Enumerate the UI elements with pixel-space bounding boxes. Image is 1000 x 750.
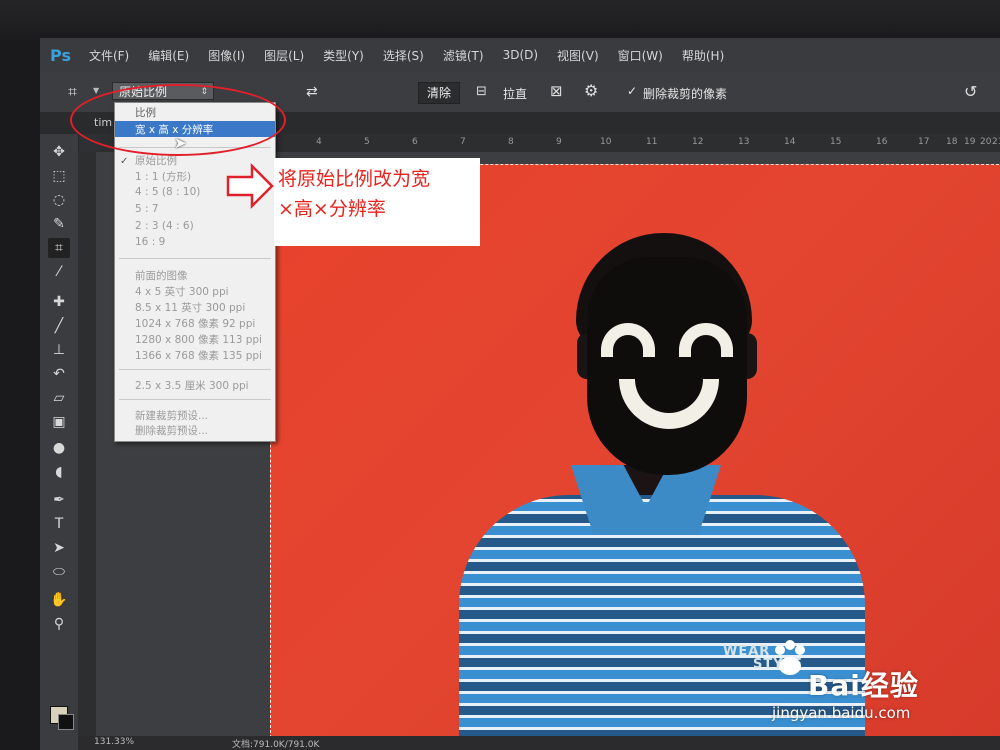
crop-tool-icon[interactable]: ⌗ [48,238,70,258]
ps-logo: Ps [50,45,71,65]
vertical-ruler [78,152,97,744]
menu-select[interactable]: 选择(S) [383,47,424,64]
ruler-tick: 15 [830,137,842,147]
annotation-line: ×高×分辨率 [278,198,386,220]
photoshop-window: Ps 文件(F) 编辑(E) 图像(I) 图层(L) 类型(Y) 选择(S) 滤… [40,38,1000,750]
menu-edit[interactable]: 编辑(E) [148,47,189,64]
dropdown-item-preset[interactable]: 1024 x 768 像素 92 ppi [135,316,255,331]
delete-cropped-label: 删除裁剪的像素 [643,87,728,101]
dropdown-item-preset[interactable]: 1366 x 768 像素 135 ppi [135,348,262,363]
gradient-tool-icon[interactable]: ▣ [48,412,70,432]
move-tool-icon[interactable]: ✥ [48,142,70,162]
ruler-tick: 11 [646,137,658,147]
brush-tool-icon[interactable]: ╱ [48,316,70,336]
ruler-tick: 14 [784,137,796,147]
zoom-tool-icon[interactable]: ⚲ [48,614,70,634]
straighten-label[interactable]: 拉直 [503,85,527,102]
ruler-tick: 16 [876,137,888,147]
grid-overlay-icon[interactable]: ⊠ [550,82,563,100]
ruler-tick: 12 [692,137,704,147]
shape-tool-icon[interactable]: ⬭ [48,562,70,582]
monitor-bezel [0,0,1000,40]
quick-select-tool-icon[interactable]: ✎ [48,214,70,234]
baidu-paw-logo [775,640,805,675]
annotation-line: 将原始比例改为宽 [278,168,431,190]
ruler-tick: 7 [460,137,466,147]
straighten-icon[interactable]: ⊟ [476,84,487,99]
masked-face [587,257,747,475]
menu-image[interactable]: 图像(I) [208,47,245,64]
ruler-tick: 20 [980,137,992,147]
dodge-tool-icon[interactable]: ◖ [48,462,70,482]
path-select-tool-icon[interactable]: ➤ [48,538,70,558]
ruler-tick: 18 [946,137,958,147]
ruler-tick: 9 [556,137,562,147]
dropdown-item-delete-preset[interactable]: 删除裁剪预设... [135,423,208,438]
check-icon: ✓ [120,156,129,167]
ruler-tick: 4 [316,137,322,147]
delete-cropped-checkbox[interactable]: ✓ [627,84,637,98]
crop-tool-icon[interactable]: ⌗ [68,82,77,102]
pen-tool-icon[interactable]: ✒ [48,490,70,510]
background-color-swatch[interactable] [58,714,74,730]
dropdown-item-16-9[interactable]: 16 : 9 [135,236,165,248]
menu-bar: Ps 文件(F) 编辑(E) 图像(I) 图层(L) 类型(Y) 选择(S) 滤… [40,38,1000,72]
menu-filter[interactable]: 滤镜(T) [443,47,484,64]
stamp-tool-icon[interactable]: ⊥ [48,340,70,360]
ruler-tick: 19 [964,137,976,147]
dropdown-item-preset[interactable]: 1280 x 800 像素 113 ppi [135,332,262,347]
right-arrow-icon [226,162,274,210]
tools-panel: ✥ ⬚ ◌ ✎ ⌗ ⁄ ✚ ╱ ⊥ ↶ ▱ ▣ ● ◖ ✒ T ➤ ⬭ ✋ ⚲ [40,134,79,750]
dropdown-item-front-image[interactable]: 前面的图像 [135,268,188,283]
ruler-tick: 5 [364,137,370,147]
menu-file[interactable]: 文件(F) [89,47,129,64]
ruler-tick: 6 [412,137,418,147]
menu-type[interactable]: 类型(Y) [323,47,364,64]
dropdown-separator [119,369,271,370]
dropdown-item-preset[interactable]: 4 x 5 英寸 300 ppi [135,284,229,299]
dropdown-item-2-3[interactable]: 2 : 3 (4 : 6) [135,220,194,232]
blur-tool-icon[interactable]: ● [48,438,70,458]
type-tool-icon[interactable]: T [48,514,70,534]
dropdown-item-4-5[interactable]: 4 : 5 (8 : 10) [135,186,200,198]
dropdown-item-5-7[interactable]: 5 : 7 [135,203,159,215]
ruler-tick: 17 [918,137,930,147]
watermark-brand: Bai经验 [808,669,919,702]
eyedropper-tool-icon[interactable]: ⁄ [48,262,70,282]
marquee-tool-icon[interactable]: ⬚ [48,166,70,186]
dropdown-item-preset[interactable]: 8.5 x 11 英寸 300 ppi [135,300,245,315]
clear-button[interactable]: 清除 [418,82,460,104]
ruler-tick: 13 [738,137,750,147]
lasso-tool-icon[interactable]: ◌ [48,190,70,210]
dropdown-separator [119,258,271,259]
ruler-tick: 8 [508,137,514,147]
hand-tool-icon[interactable]: ✋ [48,590,70,610]
dropdown-item-1-1[interactable]: 1 : 1 (方形) [135,169,191,184]
gear-icon[interactable]: ⚙ [584,81,598,100]
menu-help[interactable]: 帮助(H) [682,47,724,64]
reset-icon[interactable]: ↺ [964,82,977,101]
dropdown-separator [119,399,271,400]
menu-view[interactable]: 视图(V) [557,47,599,64]
zoom-readout[interactable]: 131.33% [94,737,134,747]
history-brush-tool-icon[interactable]: ↶ [48,364,70,384]
menu-3d[interactable]: 3D(D) [503,48,538,62]
tool-preset-caret-icon[interactable]: ▼ [93,86,99,95]
dropdown-item-preset[interactable]: 2.5 x 3.5 厘米 300 ppi [135,378,249,393]
watermark-url: jingyan.baidu.com [772,704,911,722]
swap-icon[interactable]: ⇄ [306,84,318,100]
document-size-readout: 文档:791.0K/791.0K [232,740,320,750]
menu-layer[interactable]: 图层(L) [264,47,304,64]
annotation-box: 将原始比例改为宽 ×高×分辨率 [274,158,480,246]
healing-brush-tool-icon[interactable]: ✚ [48,292,70,312]
dropdown-item-new-preset[interactable]: 新建裁剪预设... [135,408,208,423]
status-bar: 131.33% 文档:791.0K/791.0K [78,736,1000,750]
photo-canvas[interactable]: WEAR STYLE [270,164,1000,748]
ruler-tick: 21 [992,137,1000,147]
highlight-ellipse [70,84,286,156]
menu-window[interactable]: 窗口(W) [618,47,663,64]
eraser-tool-icon[interactable]: ▱ [48,388,70,408]
ruler-tick: 10 [600,137,612,147]
